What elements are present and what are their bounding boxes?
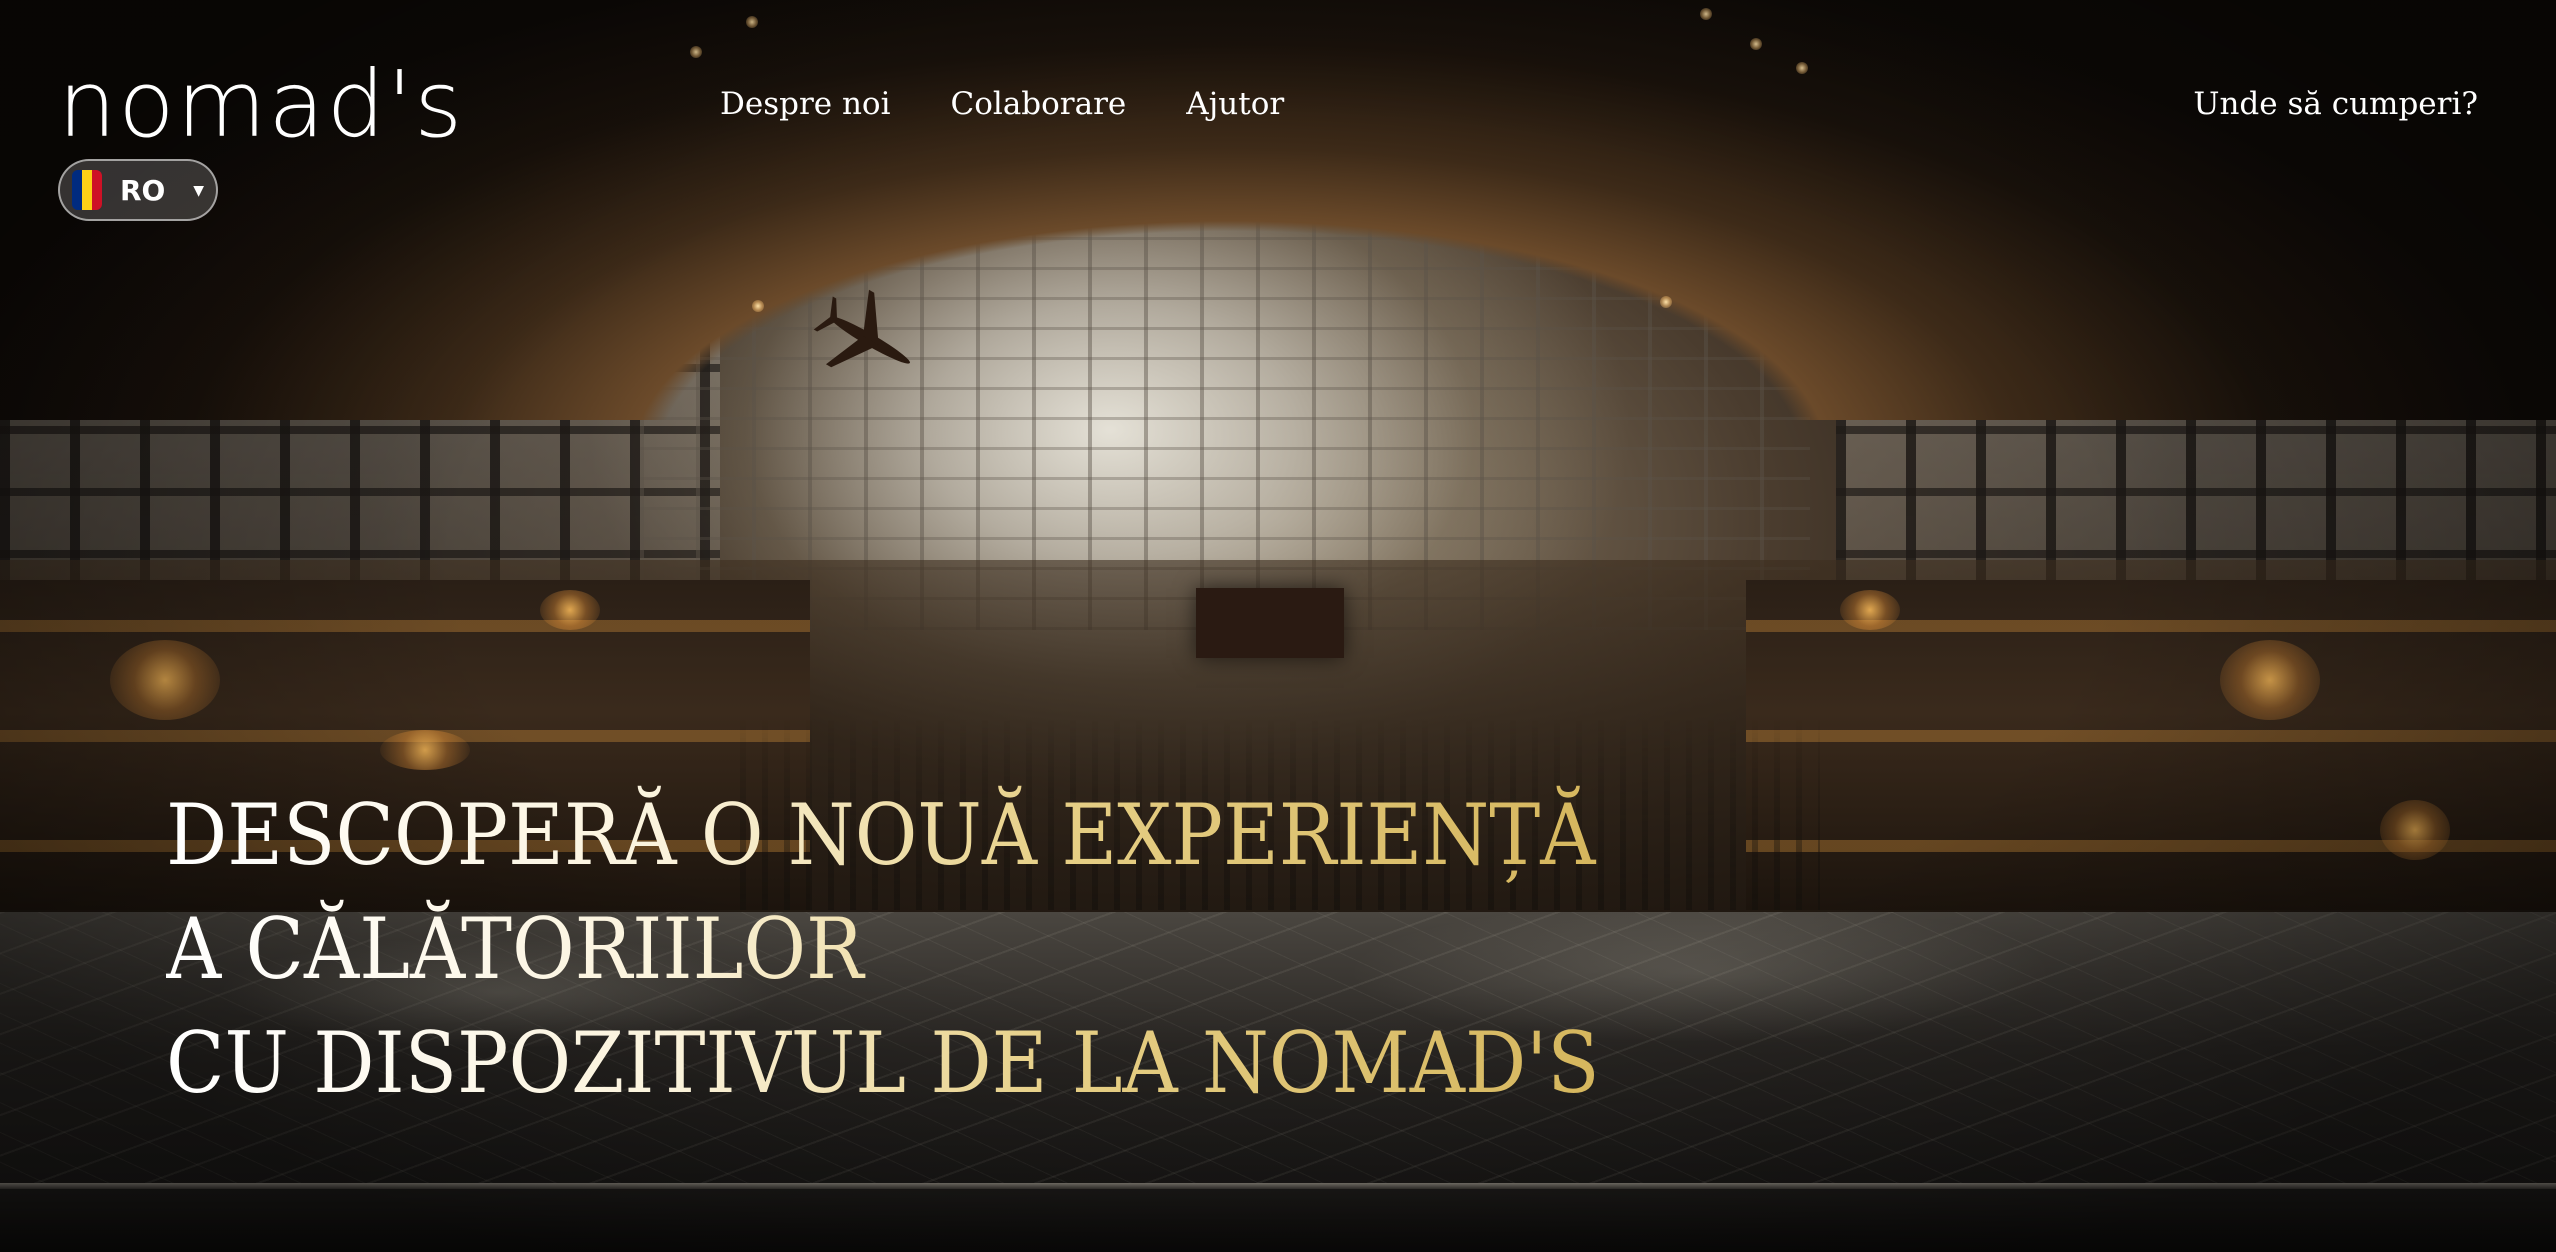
airplane-icon <box>813 289 910 368</box>
ceiling-light <box>690 46 702 58</box>
warm-light <box>1840 590 1900 630</box>
hero-section: nomad's RO ▼ Despre noi Colaborare Ajuto… <box>0 0 2556 1252</box>
caret-down-icon: ▼ <box>193 183 204 199</box>
nav-link-ajutor[interactable]: Ajutor <box>1186 86 1284 122</box>
warm-light <box>110 640 220 720</box>
ceiling-light <box>1660 296 1672 308</box>
flag-stripe-blue <box>72 170 82 210</box>
ceiling-light <box>746 16 758 28</box>
ceiling-light <box>1796 62 1808 74</box>
headline-line-1: DESCOPERĂ O NOUĂ EXPERIENȚĂ <box>166 786 1596 884</box>
ceiling-light <box>752 300 764 312</box>
language-selector[interactable]: RO ▼ <box>58 159 218 221</box>
brand-logo[interactable]: nomad's <box>58 58 462 152</box>
main-nav: Despre noi Colaborare Ajutor <box>720 86 1284 122</box>
where-to-buy-link[interactable]: Unde să cumperi? <box>2193 86 2478 122</box>
romania-flag-icon <box>72 170 102 210</box>
nav-link-despre-noi[interactable]: Despre noi <box>720 86 891 122</box>
marble-front <box>0 1189 2556 1252</box>
ceiling-light <box>1700 8 1712 20</box>
warm-light <box>540 590 600 630</box>
headline-line-3: CU DISPOZITIVUL DE LA NOMAD'S <box>166 1014 1600 1112</box>
warm-light <box>2380 800 2450 860</box>
departure-board <box>1196 588 1344 658</box>
warm-light <box>380 730 470 770</box>
nav-link-colaborare[interactable]: Colaborare <box>951 86 1127 122</box>
warm-light <box>2220 640 2320 720</box>
headline-line-2: A CĂLĂTORIILOR <box>166 900 864 998</box>
ceiling-light <box>1750 38 1762 50</box>
flag-stripe-red <box>92 170 102 210</box>
hero-headline: DESCOPERĂ O NOUĂ EXPERIENȚĂ A CĂLĂTORIIL… <box>166 778 1600 1120</box>
flag-stripe-yellow <box>82 170 92 210</box>
language-code: RO <box>120 173 166 207</box>
